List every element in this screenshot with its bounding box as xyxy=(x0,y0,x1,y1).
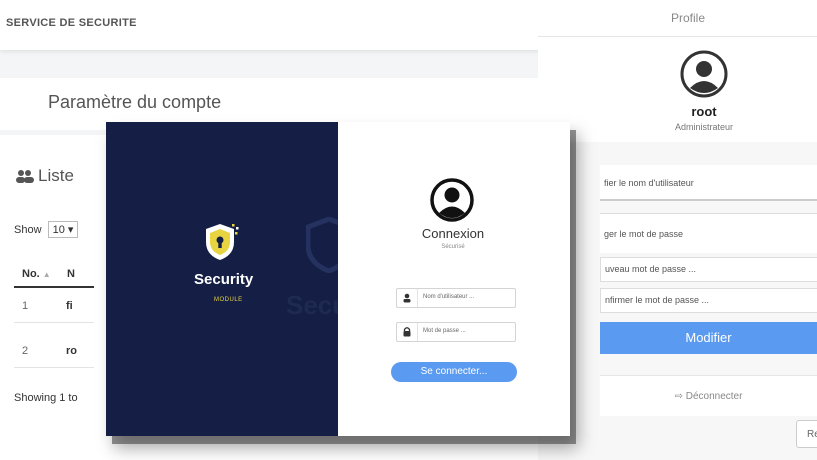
re-button[interactable]: Re xyxy=(796,420,817,448)
lock-icon xyxy=(397,323,418,341)
profile-username: root xyxy=(691,104,717,119)
table-header: No. ▲ N xyxy=(14,262,94,288)
table-row[interactable]: 1 fi xyxy=(14,288,94,323)
show-label: Show xyxy=(14,224,42,236)
logout-label: Déconnecter xyxy=(685,391,743,402)
account-settings-title: Paramètre du compte xyxy=(48,92,222,112)
row-name: ro xyxy=(66,345,77,357)
sort-icon: ▲ xyxy=(42,270,51,279)
change-password-link[interactable]: ger le mot de passe xyxy=(600,213,817,253)
logout-icon: ⇨ xyxy=(674,391,683,402)
shield-lock-icon xyxy=(206,224,239,260)
password-placeholder: Mot de passe ... xyxy=(423,328,466,334)
logout-button[interactable]: ⇨ Déconnecter xyxy=(600,375,817,416)
brand-subtitle: MODULE xyxy=(214,297,243,303)
users-list-title: Liste xyxy=(38,166,74,185)
top-navbar: SERVICE DE SECURITE xyxy=(0,0,600,50)
password-input[interactable]: Mot de passe ... xyxy=(396,322,516,342)
login-subtitle: Sécurisé xyxy=(441,244,465,250)
users-icon xyxy=(16,170,34,183)
page-length-control: Show 10 ▾ xyxy=(14,221,79,238)
row-name: fi xyxy=(66,300,73,312)
page-length-select[interactable]: 10 ▾ xyxy=(47,221,79,238)
confirm-password-input[interactable]: nfirmer le mot de passe ... xyxy=(600,288,817,313)
username-placeholder: Nom d'utilisateur ... xyxy=(423,294,475,300)
login-modal: Secu Security MODULE Connexion Sécurisé … xyxy=(106,122,570,436)
login-form-panel: Connexion Sécurisé Nom d'utilisateur ...… xyxy=(338,122,570,436)
brand-watermark: Secu xyxy=(286,290,338,320)
profile-header-title: Profile xyxy=(670,11,705,25)
login-submit-button[interactable]: Se connecter... xyxy=(391,362,517,382)
brand-name: Security xyxy=(194,271,254,288)
user-avatar-icon xyxy=(680,50,728,98)
row-no: 2 xyxy=(22,345,29,357)
login-title: Connexion xyxy=(421,226,485,241)
user-avatar-icon xyxy=(430,178,474,222)
app-brand: SERVICE DE SECURITE xyxy=(6,17,137,29)
table-row[interactable]: 2 ro xyxy=(14,333,94,368)
modify-button[interactable]: Modifier xyxy=(600,322,817,354)
username-input[interactable]: Nom d'utilisateur ... xyxy=(396,288,516,308)
col-no-header[interactable]: No. ▲ xyxy=(22,268,51,280)
edit-username-link[interactable]: fier le nom d'utilisateur xyxy=(600,165,817,201)
user-icon xyxy=(397,289,418,307)
col-name-header[interactable]: N xyxy=(67,268,75,280)
profile-role: Administrateur xyxy=(674,122,734,132)
profile-header: Profile xyxy=(538,0,817,37)
new-password-input[interactable]: uveau mot de passe ... xyxy=(600,257,817,282)
shield-ghost-icon xyxy=(306,217,338,273)
row-no: 1 xyxy=(22,300,29,312)
table-info: Showing 1 to xyxy=(14,392,78,404)
login-brand-panel: Secu Security MODULE xyxy=(106,122,338,436)
